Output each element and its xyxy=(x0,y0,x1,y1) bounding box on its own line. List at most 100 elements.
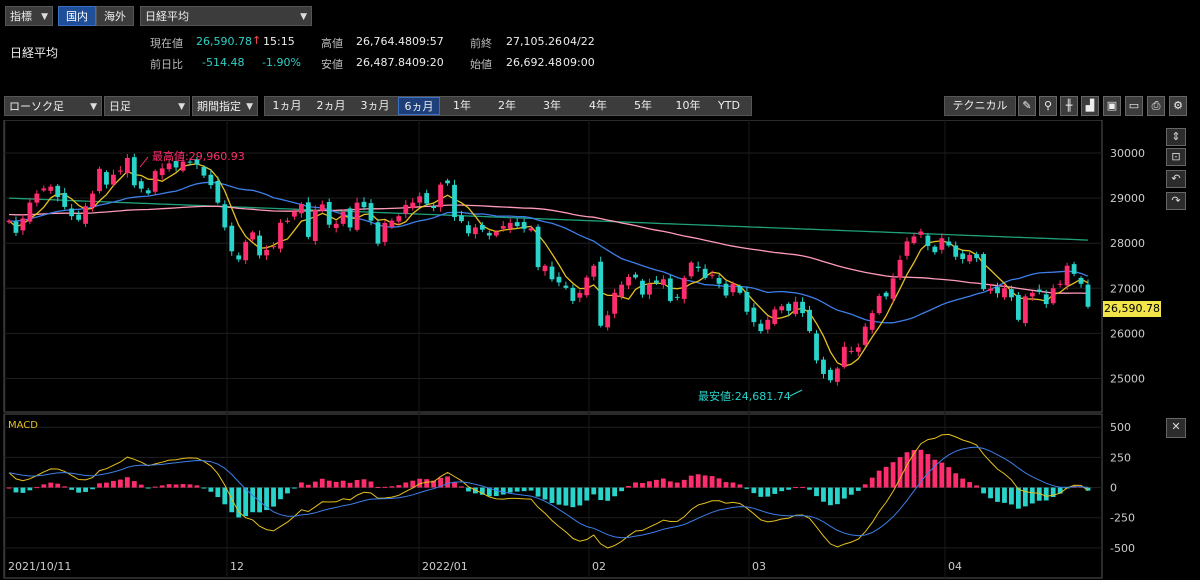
fit-icon[interactable]: ⇕ xyxy=(1166,128,1186,146)
candle-body xyxy=(382,222,388,243)
macd-histogram-bar xyxy=(312,481,318,488)
candle-body xyxy=(278,222,283,249)
candle-body xyxy=(145,190,151,194)
candle-body xyxy=(333,223,339,228)
candle-body xyxy=(647,283,652,295)
close-macd-icon[interactable]: ✕ xyxy=(1166,418,1186,438)
macd-histogram-bar xyxy=(848,487,854,495)
candle-body xyxy=(716,278,722,284)
chevron-down-icon: ▼ xyxy=(246,102,253,112)
volume-toggle-icon[interactable]: ▟ xyxy=(1081,96,1099,116)
technical-button[interactable]: テクニカル xyxy=(944,96,1016,116)
print-icon[interactable]: ⎙ xyxy=(1147,96,1165,116)
macd-histogram-bar xyxy=(800,486,805,488)
period-button[interactable]: 3年 xyxy=(534,97,570,115)
candle-body xyxy=(932,246,938,253)
candle-body xyxy=(939,238,945,250)
period-button[interactable]: 10年 xyxy=(670,97,706,115)
candle-body xyxy=(27,202,33,222)
lock-icon[interactable]: ⊡ xyxy=(1166,148,1186,166)
macd-histogram-bar xyxy=(542,487,548,500)
macd-histogram-bar xyxy=(556,487,562,505)
candle-body xyxy=(104,172,109,185)
macd-y-tick-label: 250 xyxy=(1110,451,1131,464)
period-button[interactable]: YTD xyxy=(712,97,746,115)
macd-histogram-bar xyxy=(821,487,826,502)
macd-histogram-bar xyxy=(6,487,12,489)
settings-gear-icon[interactable]: ⚙ xyxy=(1169,96,1187,116)
period-button[interactable]: 1ヵ月 xyxy=(268,97,306,115)
candle-body xyxy=(55,185,61,197)
candle-body xyxy=(368,203,374,221)
macd-histogram-bar xyxy=(633,482,638,488)
macd-histogram-bar xyxy=(772,487,778,494)
candle-body xyxy=(807,309,812,332)
macd-histogram-bar xyxy=(368,481,374,488)
candle-body xyxy=(473,227,478,235)
macd-histogram-bar xyxy=(1009,487,1014,505)
period-button[interactable]: 1年 xyxy=(444,97,480,115)
candle-toggle-icon[interactable]: ╫ xyxy=(1060,96,1078,116)
folder-icon[interactable]: ▭ xyxy=(1125,96,1143,116)
macd-histogram-bar xyxy=(507,487,513,493)
x-tick-label: 12 xyxy=(230,560,244,573)
undo-icon[interactable]: ↶ xyxy=(1166,170,1186,188)
candle-body xyxy=(793,301,799,315)
chart-type-select[interactable]: ローソク足 ▼ xyxy=(4,96,102,116)
indicator-select[interactable]: 指標 ▼ xyxy=(5,6,53,26)
candle-body xyxy=(828,369,833,381)
candle-body xyxy=(62,192,68,207)
price-chart[interactable]: 最高値:29,960.93 最安値:24,681.74 25000 26000 270… xyxy=(0,120,1200,580)
candle-body xyxy=(598,261,604,326)
interval-select[interactable]: 日足 ▼ xyxy=(104,96,190,116)
period-mode-select[interactable]: 期間指定 ▼ xyxy=(192,96,258,116)
macd-histogram-bar xyxy=(695,474,701,488)
save-icon[interactable]: ▣ xyxy=(1103,96,1121,116)
macd-histogram-bar xyxy=(570,487,576,508)
high-annotation: 最高値:29,960.93 xyxy=(152,149,245,163)
macd-histogram-bar xyxy=(104,482,109,488)
macd-histogram-bar xyxy=(403,482,409,488)
macd-histogram-bar xyxy=(932,459,938,488)
candle-body xyxy=(528,228,534,231)
macd-histogram-bar xyxy=(855,487,861,491)
candle-body xyxy=(20,218,26,231)
period-button[interactable]: 2ヵ月 xyxy=(311,97,351,115)
macd-histogram-bar xyxy=(13,487,19,493)
low-time: 09:20 xyxy=(412,56,444,69)
candle-body xyxy=(90,193,95,208)
macd-y-tick-label: -500 xyxy=(1110,542,1135,555)
candle-body xyxy=(152,171,158,192)
macd-histogram-bar xyxy=(605,487,611,501)
macd-y-tick-label: -250 xyxy=(1110,512,1135,525)
macd-histogram-bar xyxy=(97,483,102,488)
pencil-icon[interactable]: ✎ xyxy=(1018,96,1036,116)
tab-domestic[interactable]: 国内 xyxy=(58,6,96,26)
index-select[interactable]: 日経平均 ▼ xyxy=(140,6,312,26)
period-button[interactable]: 3ヵ月 xyxy=(356,97,394,115)
macd-histogram-bar xyxy=(862,484,868,488)
zoom-icon[interactable]: ⚲ xyxy=(1039,96,1057,116)
macd-histogram-bar xyxy=(654,479,659,488)
macd-histogram-bar xyxy=(333,481,339,488)
macd-histogram-bar xyxy=(166,484,172,488)
high-label: 高値 xyxy=(321,37,343,50)
period-button[interactable]: 5年 xyxy=(625,97,661,115)
candle-body xyxy=(1009,289,1014,298)
macd-histogram-bar xyxy=(946,467,952,488)
tab-overseas[interactable]: 海外 xyxy=(96,6,134,26)
period-button[interactable]: 6ヵ月 xyxy=(398,97,440,115)
candle-body xyxy=(535,226,541,268)
macd-histogram-bar xyxy=(375,486,381,488)
macd-histogram-bar xyxy=(124,477,130,488)
macd-histogram-bar xyxy=(326,480,332,488)
period-button[interactable]: 2年 xyxy=(489,97,525,115)
redo-icon[interactable]: ↷ xyxy=(1166,192,1186,210)
macd-histogram-bar xyxy=(521,487,527,492)
macd-histogram-bar xyxy=(354,480,360,488)
candle-body xyxy=(674,296,680,298)
candle-body xyxy=(953,245,959,257)
candle-body xyxy=(1085,284,1091,307)
period-button[interactable]: 4年 xyxy=(580,97,616,115)
candle-body xyxy=(215,180,221,203)
